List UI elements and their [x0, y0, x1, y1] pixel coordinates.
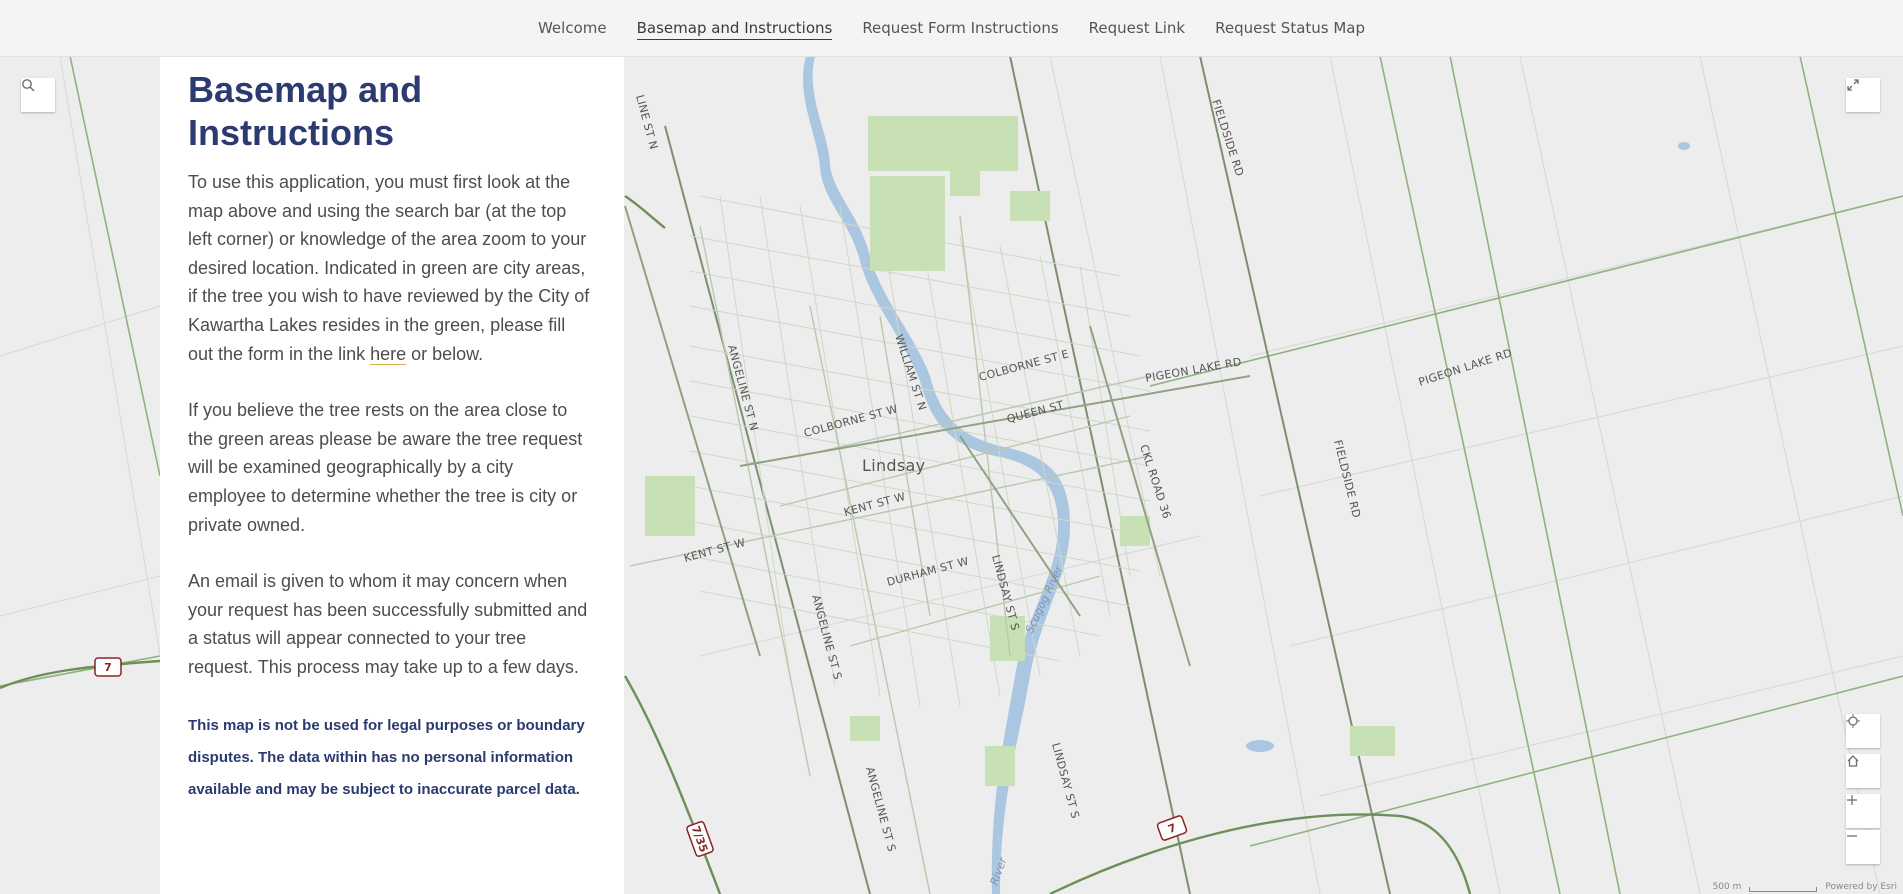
instructions-paragraph-2: If you believe the tree rests on the are…: [188, 400, 583, 535]
label-colborne-w: COLBORNE ST W: [802, 402, 899, 440]
label-lindsay-s-2: LINDSAY ST S: [1049, 741, 1082, 820]
zoom-in-button[interactable]: [1846, 794, 1880, 828]
instructions-paragraph-3: An email is given to whom it may concern…: [188, 571, 588, 677]
label-river-small: River: [988, 854, 1010, 887]
search-button[interactable]: [21, 78, 55, 112]
label-ckl-road-36: CKL ROAD 36: [1137, 443, 1173, 521]
label-line-top: LINE ST N: [633, 93, 660, 151]
label-city: Lindsay: [862, 456, 925, 475]
home-button[interactable]: [1846, 754, 1880, 788]
powered-by-esri[interactable]: Powered by Esri: [1825, 882, 1897, 892]
top-navigation: Welcome Basemap and Instructions Request…: [0, 0, 1903, 57]
nav-basemap-instructions[interactable]: Basemap and Instructions: [636, 17, 833, 40]
label-angeline-s-1: ANGELINE ST S: [809, 593, 844, 681]
p1-text-before: To use this application, you must first …: [188, 172, 590, 364]
label-fieldside-top: FIELDSIDE RD: [1209, 98, 1246, 178]
zoom-out-button[interactable]: [1846, 830, 1880, 864]
label-colborne-e: COLBORNE ST E: [977, 347, 1070, 384]
p1-text-after: or below.: [406, 343, 484, 364]
scale-label: 500 m: [1712, 882, 1742, 892]
legal-disclaimer: This map is not be used for legal purpos…: [188, 716, 585, 798]
locate-button[interactable]: [1846, 714, 1880, 748]
here-link[interactable]: here: [370, 343, 407, 365]
label-angeline-s-2: ANGELINE ST S: [863, 765, 898, 853]
map-attribution: 500 m Powered by Esri: [1713, 882, 1897, 892]
nav-request-status-map[interactable]: Request Status Map: [1215, 17, 1365, 39]
scale-bar: [1749, 887, 1818, 892]
hwy7-left-label: 7: [104, 661, 112, 674]
instructions-paragraph-1: To use this application, you must first …: [188, 168, 594, 368]
nav-request-link[interactable]: Request Link: [1089, 17, 1185, 39]
instructions-panel: Basemap and Instructions To use this app…: [160, 56, 624, 894]
nav-welcome[interactable]: Welcome: [538, 17, 607, 39]
label-pigeon-lake-1: PIGEON LAKE RD: [1417, 346, 1514, 389]
label-fieldside-mid: FIELDSIDE RD: [1331, 439, 1363, 520]
page-title: Basemap and Instructions: [188, 69, 423, 153]
fullscreen-button[interactable]: [1846, 78, 1880, 112]
nav-request-form-instructions[interactable]: Request Form Instructions: [862, 17, 1058, 39]
